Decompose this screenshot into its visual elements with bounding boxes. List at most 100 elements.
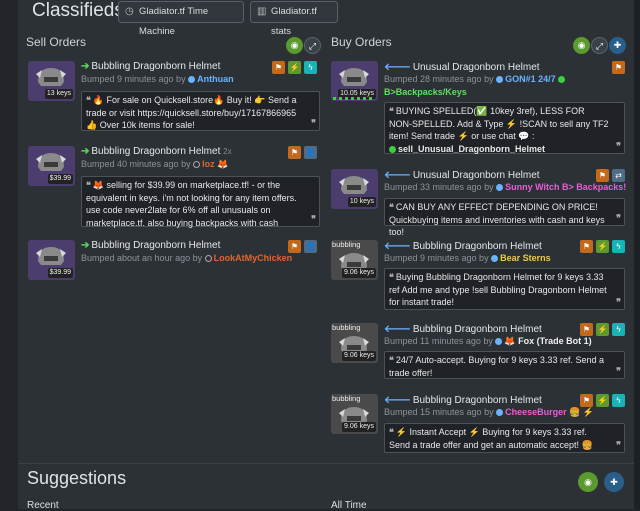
effect-label: bubbling (332, 394, 361, 403)
buy-listing[interactable]: bubbling 9.06 keys 🡐 Bubbling Dragonborn … (331, 240, 628, 312)
item-thumbnail[interactable]: bubbling 9.06 keys (331, 323, 378, 363)
price-tag: 13 keys (44, 89, 73, 99)
bump-info: Bumped 28 minutes ago by GON#1 24/7 (384, 74, 567, 84)
eye-icon[interactable]: ◉ (578, 472, 598, 492)
listing-title[interactable]: 🡐 Bubbling Dragonborn Helmet (384, 240, 542, 252)
user-link[interactable]: CheeseBurger (505, 407, 567, 417)
flag-icon[interactable]: ⚑ (596, 169, 609, 182)
listing-title[interactable]: ➔ Bubbling Dragonborn Helmet (81, 61, 220, 72)
time-machine-button[interactable]: ◷ Gladiator.tf Time Machine (118, 1, 244, 37)
quote-open-icon: ❝ (389, 106, 394, 116)
quote-open-icon: ❝ (86, 95, 91, 105)
item-thumbnail[interactable]: $39.99 (28, 146, 75, 186)
eye-icon[interactable]: ◉ (573, 37, 590, 54)
lightning-icon[interactable]: ϟ (612, 323, 625, 336)
lightning-icon[interactable]: ϟ (612, 240, 625, 253)
status-dot (491, 255, 499, 262)
sell-listing[interactable]: $39.99 ➔ Bubbling Dragonborn Helmet Bumpe… (28, 240, 320, 282)
item-thumbnail[interactable]: 10.05 keys (331, 61, 378, 101)
lightning-icon[interactable]: ⚡ (288, 61, 301, 74)
suggestions-heading: Suggestions (27, 468, 127, 488)
online-dot (558, 76, 566, 83)
scrollbar[interactable] (634, 0, 640, 509)
item-thumbnail[interactable]: bubbling 9.06 keys (331, 240, 378, 280)
add-friend-icon[interactable]: 👤 (304, 240, 317, 253)
spell-indicator (333, 97, 375, 100)
flag-icon[interactable]: ⚑ (612, 61, 625, 74)
buy-listing[interactable]: 10 keys 🡐 Unusual Dragonborn Helmet Bumpe… (331, 169, 628, 237)
listing-title[interactable]: 🡐 Bubbling Dragonborn Helmet (384, 323, 542, 335)
status-dot (496, 184, 504, 191)
flag-icon[interactable]: ⚑ (272, 61, 285, 74)
quote-close-icon: ❞ (616, 365, 621, 376)
add-friend-icon[interactable]: 👤 (304, 146, 317, 159)
user-link[interactable]: Sunny Witch B> Backpacks! (505, 182, 626, 192)
buy-orders-heading: Buy Orders (331, 35, 392, 49)
item-thumbnail[interactable]: bubbling 9.06 keys (331, 394, 378, 434)
fox-icon: 🦊 (217, 159, 229, 169)
expand-icon[interactable]: ⤢ (591, 37, 608, 54)
buy-listing[interactable]: bubbling 9.06 keys 🡐 Bubbling Dragonborn … (331, 323, 628, 381)
user-link[interactable]: Anthuan (197, 74, 234, 84)
bump-info: Bumped 40 minutes ago by loz 🦊 (81, 159, 229, 169)
user-link[interactable]: Fox (Trade Bot 1) (518, 336, 592, 346)
item-thumbnail[interactable]: 10 keys (331, 169, 378, 209)
price-tag: 9.06 keys (342, 351, 376, 361)
user-link[interactable]: LookAtMyChicken (214, 253, 293, 263)
sell-listing[interactable]: $39.99 ➔ Bubbling Dragonborn Helmet 2x Bu… (28, 146, 320, 230)
flag-icon[interactable]: ⚑ (580, 323, 593, 336)
online-dot (389, 145, 396, 153)
sell-listing[interactable]: 13 keys ➔ Bubbling Dragonborn Helmet Bump… (28, 61, 320, 137)
listing-title[interactable]: 🡐 Unusual Dragonborn Helmet (384, 169, 540, 181)
listing-title[interactable]: 🡐 Bubbling Dragonborn Helmet (384, 394, 542, 406)
add-icon[interactable]: ✚ (604, 472, 624, 492)
flag-icon[interactable]: ⚑ (580, 394, 593, 407)
buy-listing[interactable]: 10.05 keys 🡐 Unusual Dragonborn Helmet Bu… (331, 61, 628, 157)
chart-icon: ▥ (257, 6, 267, 17)
clock-icon: ◷ (125, 6, 134, 17)
listing-title[interactable]: ➔ Bubbling Dragonborn Helmet (81, 240, 220, 251)
flag-icon[interactable]: ⚑ (580, 240, 593, 253)
user-link[interactable]: loz (202, 159, 215, 169)
quote-close-icon: ❞ (616, 140, 621, 151)
quote-close-icon: ❞ (311, 117, 316, 128)
lightning-icon[interactable]: ⚡ (596, 394, 609, 407)
flag-icon[interactable]: ⚑ (288, 146, 301, 159)
user-link[interactable]: GON#1 24/7 (505, 74, 556, 84)
lightning-icon[interactable]: ⚡ (596, 240, 609, 253)
status-dot (188, 76, 196, 83)
lightning-icon[interactable]: ⚡ (596, 323, 609, 336)
quote-close-icon: ❞ (616, 439, 621, 450)
bump-info: Bumped about an hour ago by LookAtMyChic… (81, 253, 293, 263)
expand-icon[interactable]: ⤢ (304, 37, 321, 54)
price-tag: 9.06 keys (342, 422, 376, 432)
arrow-left-icon: 🡐 (384, 62, 411, 73)
item-thumbnail[interactable]: 13 keys (28, 61, 75, 101)
buy-listing[interactable]: bubbling 9.06 keys 🡐 Bubbling Dragonborn … (331, 394, 628, 454)
listing-message: ❝ 🔥 For sale on Quicksell.store🔥 Buy it! … (81, 91, 320, 131)
classifieds-panel: Classifieds ◷ Gladiator.tf Time Machine ▥… (18, 0, 634, 511)
quote-close-icon: ❞ (311, 213, 316, 224)
lightning-icon[interactable]: ϟ (612, 394, 625, 407)
user-link[interactable]: Bear Sterns (500, 253, 551, 263)
bump-info: Bumped 9 minutes ago by Bear Sterns (384, 253, 551, 263)
listing-title[interactable]: 🡐 Unusual Dragonborn Helmet (384, 61, 540, 73)
trade-icon[interactable]: ⇄ (612, 169, 625, 182)
arrow-left-icon: 🡐 (384, 170, 411, 181)
add-icon[interactable]: ✚ (609, 37, 626, 54)
flag-icon[interactable]: ⚑ (288, 240, 301, 253)
arrow-right-icon: ➔ (81, 146, 90, 157)
bump-info: Bumped 11 minutes ago by 🦊 Fox (Trade Bo… (384, 336, 592, 346)
item-thumbnail[interactable]: $39.99 (28, 240, 75, 280)
quote-open-icon: ❝ (389, 202, 394, 212)
listing-message: ❝ 🦊 selling for $39.99 on marketplace.tf!… (81, 176, 320, 228)
quote-open-icon: ❝ (86, 180, 91, 190)
lightning-icon[interactable]: ϟ (304, 61, 317, 74)
all-time-heading: All Time (331, 500, 367, 511)
stats-button[interactable]: ▥ Gladiator.tf stats (250, 1, 338, 37)
listing-title[interactable]: ➔ Bubbling Dragonborn Helmet 2x (81, 146, 232, 157)
eye-icon[interactable]: ◉ (286, 37, 303, 54)
quote-open-icon: ❝ (389, 427, 394, 437)
bump-info: Bumped 9 minutes ago by Anthuan (81, 74, 234, 84)
price-tag: $39.99 (47, 268, 73, 278)
